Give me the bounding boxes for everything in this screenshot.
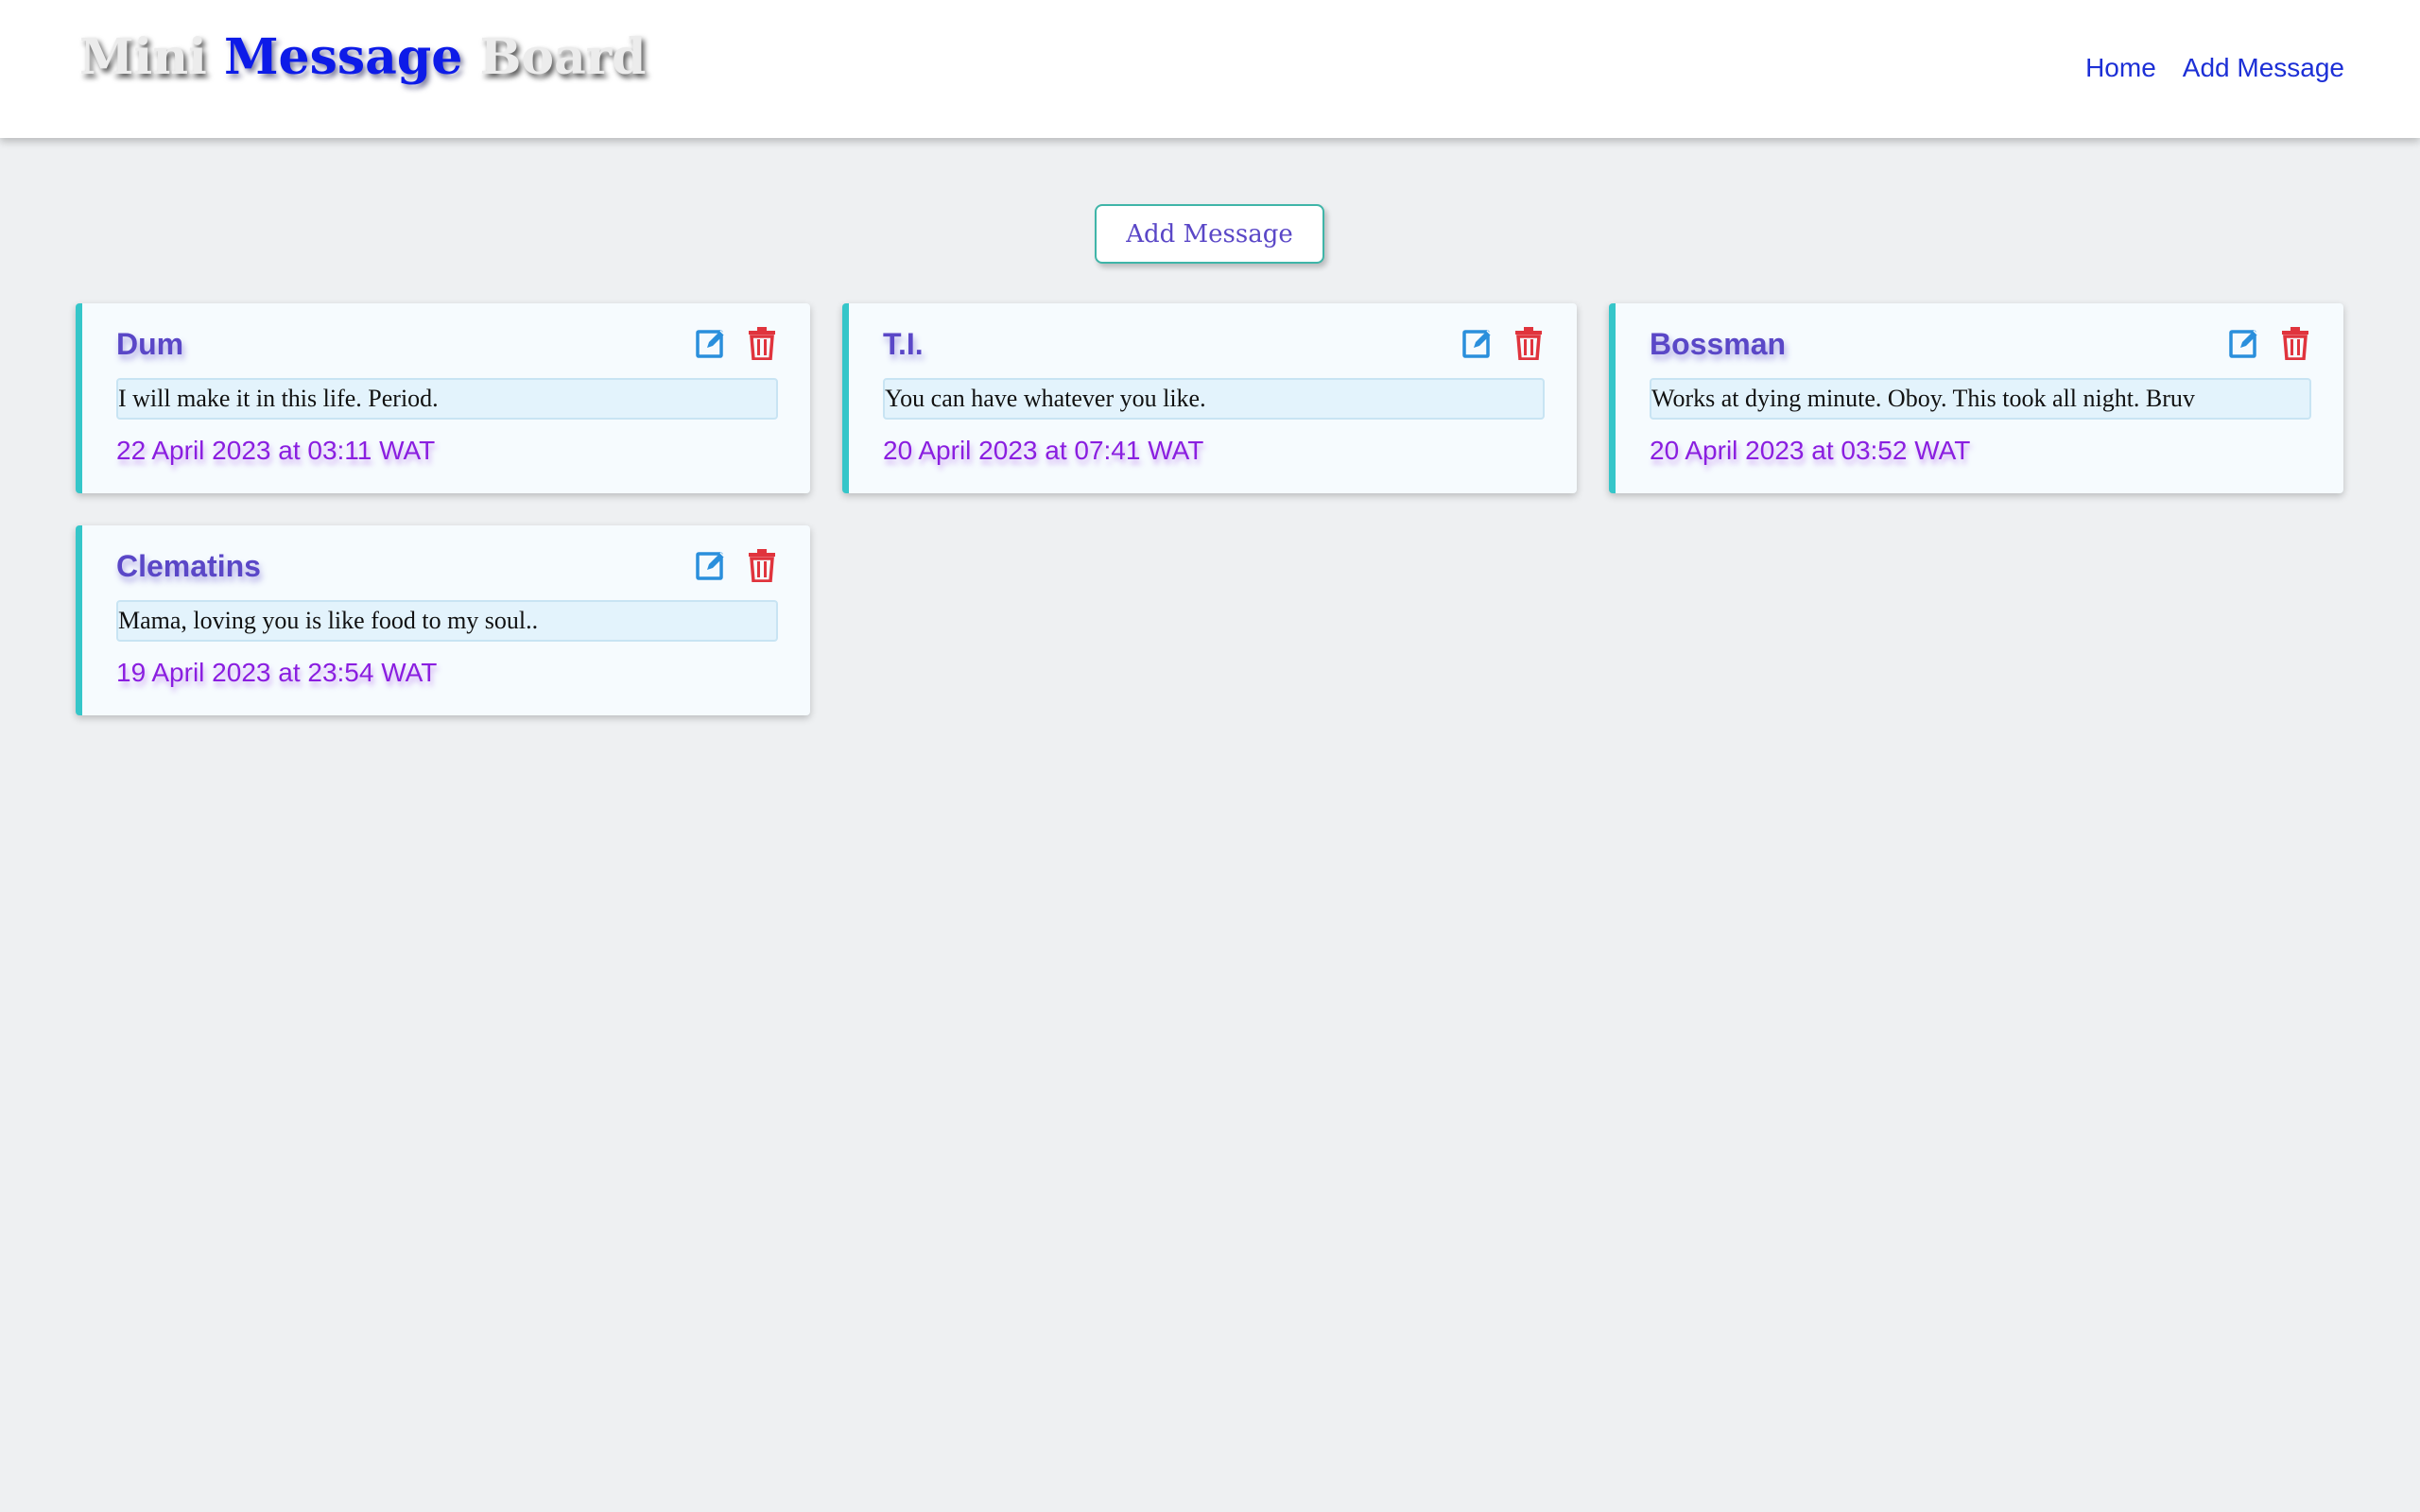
message-text-box: Works at dying minute. Oboy. This took a…	[1650, 378, 2311, 420]
message-actions	[1461, 326, 1545, 360]
message-card: T.I. You can have whatever you like. 20 …	[842, 303, 1577, 493]
message-date: 20 April 2023 at 03:52 WAT	[1650, 436, 1971, 465]
message-actions	[695, 548, 778, 582]
message-card: Clematins Mama, loving you is like food …	[76, 525, 810, 715]
edit-icon[interactable]	[2228, 326, 2260, 360]
logo-word-message: Message	[223, 28, 463, 86]
logo-word-board: Board	[479, 28, 647, 86]
edit-icon[interactable]	[1461, 326, 1494, 360]
message-text: I will make it in this life. Period.	[118, 385, 439, 412]
message-date: 20 April 2023 at 07:41 WAT	[883, 436, 1204, 465]
message-card: Bossman Works at dying minute. Oboy. Thi…	[1609, 303, 2343, 493]
trash-icon[interactable]	[746, 326, 778, 360]
main-nav: Home Add Message	[2085, 53, 2344, 83]
message-text-box: I will make it in this life. Period.	[116, 378, 778, 420]
edit-icon[interactable]	[695, 548, 727, 582]
message-grid: Dum I will make it in this life. Period.…	[76, 303, 2344, 715]
message-date: 22 April 2023 at 03:11 WAT	[116, 436, 436, 465]
message-date: 19 April 2023 at 23:54 WAT	[116, 658, 438, 687]
message-author: T.I.	[883, 327, 924, 361]
message-text-box: You can have whatever you like.	[883, 378, 1545, 420]
message-card: Dum I will make it in this life. Period.…	[76, 303, 810, 493]
message-author: Clematins	[116, 549, 261, 583]
message-text: You can have whatever you like.	[885, 385, 1206, 412]
message-text: Mama, loving you is like food to my soul…	[118, 607, 539, 634]
nav-link-home[interactable]: Home	[2085, 53, 2156, 83]
message-actions	[695, 326, 778, 360]
nav-link-add-message[interactable]: Add Message	[2183, 53, 2344, 83]
message-text: Works at dying minute. Oboy. This took a…	[1651, 385, 2195, 412]
message-author: Bossman	[1650, 327, 1787, 361]
site-header: Mini Message Board Home Add Message	[0, 0, 2420, 138]
trash-icon[interactable]	[1512, 326, 1545, 360]
message-author: Dum	[116, 327, 184, 361]
site-logo[interactable]: Mini Message Board	[79, 28, 647, 86]
message-actions	[2228, 326, 2311, 360]
edit-icon[interactable]	[695, 326, 727, 360]
add-message-button[interactable]: Add Message	[1095, 204, 1324, 264]
trash-icon[interactable]	[746, 548, 778, 582]
logo-word-mini: Mini	[79, 28, 207, 86]
message-text-box: Mama, loving you is like food to my soul…	[116, 600, 778, 642]
trash-icon[interactable]	[2279, 326, 2311, 360]
